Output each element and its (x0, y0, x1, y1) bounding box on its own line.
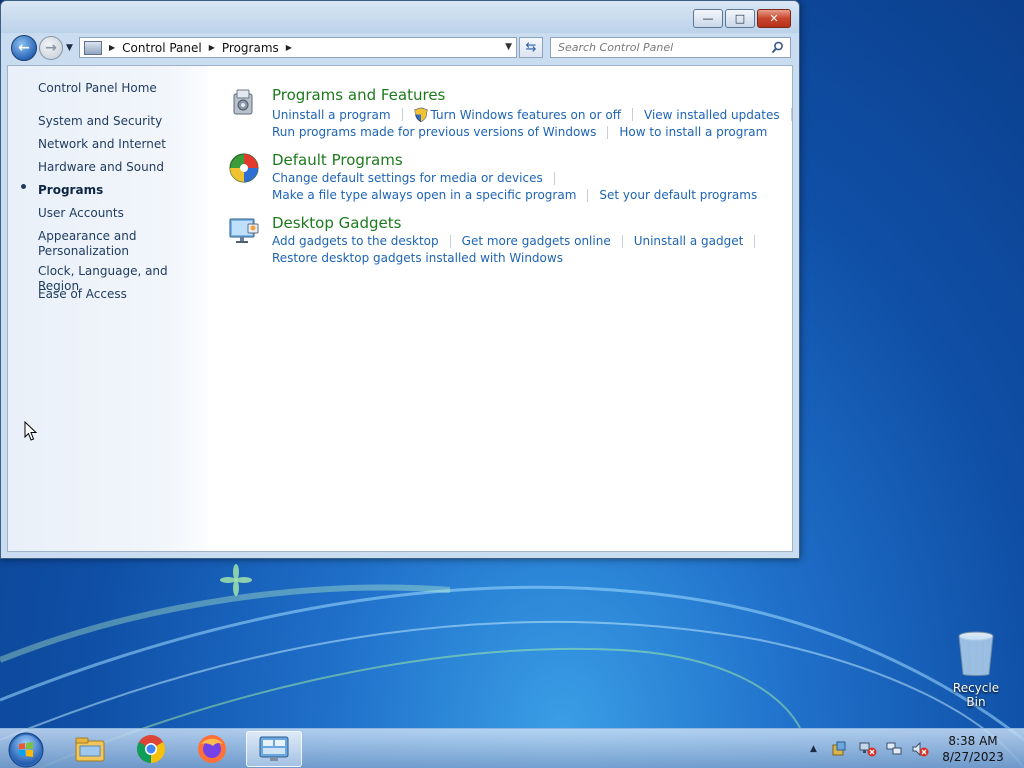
how-to-install-link[interactable]: How to install a program (619, 125, 767, 139)
network-icon[interactable] (885, 741, 903, 757)
uninstall-gadget-link[interactable]: Uninstall a gadget (634, 234, 744, 248)
divider (632, 108, 634, 121)
start-button[interactable] (6, 731, 46, 768)
minimize-button[interactable]: — (693, 9, 723, 28)
sidebar-item-user-accounts[interactable]: User Accounts (38, 206, 124, 221)
minimize-icon: — (702, 12, 714, 25)
desktop-gadgets-title[interactable]: Desktop Gadgets (272, 214, 401, 232)
volume-muted-icon[interactable] (911, 741, 929, 757)
address-bar[interactable]: ▶ Control Panel ▶ Programs ▶ ▼ (79, 37, 517, 58)
action-center-icon[interactable] (831, 741, 847, 757)
sidebar-item-network-internet[interactable]: Network and Internet (38, 137, 166, 152)
sidebar-item-ease-of-access[interactable]: Ease of Access (38, 287, 127, 302)
task-row: Change default settings for media or dev… (272, 171, 566, 185)
default-programs-icon[interactable] (228, 151, 260, 183)
clock-date: 8/27/2023 (942, 750, 1004, 764)
maximize-button[interactable]: □ (725, 9, 755, 28)
task-row: Restore desktop gadgets installed with W… (272, 251, 563, 265)
search-input[interactable] (558, 41, 758, 54)
divider (790, 108, 792, 121)
back-button[interactable]: ← (11, 35, 37, 61)
taskbar: ▲ 8:38 AM 8/27/2023 (0, 728, 1024, 768)
file-type-association-link[interactable]: Make a file type always open in a specif… (272, 188, 576, 202)
taskbar-control-panel[interactable] (246, 731, 302, 767)
set-default-programs-link[interactable]: Set your default programs (599, 188, 757, 202)
recycle-bin-icon (958, 631, 994, 676)
divider (621, 234, 623, 248)
get-more-gadgets-link[interactable]: Get more gadgets online (462, 234, 611, 248)
recycle-bin-label: Recycle Bin (952, 681, 1000, 709)
run-old-programs-link[interactable]: Run programs made for previous versions … (272, 125, 596, 139)
forward-arrow-icon: → (45, 40, 57, 56)
uac-shield-icon (413, 107, 428, 122)
task-row: Uninstall a program Turn Windows feature… (272, 107, 803, 122)
recycle-bin[interactable]: Recycle Bin (942, 630, 1010, 709)
change-default-settings-link[interactable]: Change default settings for media or dev… (272, 171, 543, 185)
breadcrumb-programs[interactable]: Programs (222, 41, 279, 55)
divider (587, 188, 589, 202)
breadcrumb-control-panel[interactable]: Control Panel (122, 41, 202, 55)
default-programs-title[interactable]: Default Programs (272, 151, 403, 169)
desktop-gadgets-icon[interactable] (228, 214, 260, 246)
sidebar-item-programs[interactable]: Programs (38, 183, 103, 198)
content-area: Control Panel Home System and Security N… (7, 65, 793, 552)
refresh-button[interactable]: ⇆ (519, 37, 543, 58)
taskbar-chrome[interactable] (123, 731, 179, 767)
search-icon[interactable] (771, 41, 784, 54)
breadcrumb-arrow-icon[interactable]: ▶ (286, 43, 292, 52)
sidebar-item-appearance[interactable]: Appearance and Personalization (38, 229, 148, 259)
divider (401, 108, 403, 121)
back-arrow-icon: ← (18, 40, 30, 56)
sidebar-item-hardware-sound[interactable]: Hardware and Sound (38, 160, 164, 175)
taskbar-file-explorer[interactable] (62, 731, 118, 767)
show-hidden-icons-icon[interactable]: ▲ (810, 744, 817, 754)
file-explorer-icon (75, 737, 105, 762)
divider (754, 234, 756, 248)
clock[interactable]: 8:38 AM 8/27/2023 (940, 733, 1006, 765)
taskbar-firefox[interactable] (184, 731, 240, 767)
control-panel-icon (259, 736, 289, 761)
turn-windows-features-link[interactable]: Turn Windows features on or off (431, 108, 622, 122)
uninstall-program-link[interactable]: Uninstall a program (272, 108, 391, 122)
task-row: Make a file type always open in a specif… (272, 188, 757, 202)
divider (553, 171, 555, 185)
address-dropdown-icon[interactable]: ▼ (505, 42, 512, 52)
control-panel-small-icon (84, 40, 102, 55)
divider (449, 234, 451, 248)
refresh-icon: ⇆ (525, 40, 537, 55)
navigation-bar: ← → ▼ ▶ Control Panel ▶ Programs ▶ ▼ ⇆ (1, 33, 799, 63)
divider (607, 125, 609, 139)
forward-button[interactable]: → (39, 36, 63, 60)
add-gadgets-link[interactable]: Add gadgets to the desktop (272, 234, 439, 248)
recent-pages-dropdown-icon[interactable]: ▼ (66, 43, 73, 53)
sidebar-item-control-panel-home[interactable]: Control Panel Home (38, 81, 157, 96)
close-button[interactable]: ✕ (757, 9, 791, 28)
view-installed-updates-link[interactable]: View installed updates (644, 108, 780, 122)
sidebar-item-system-security[interactable]: System and Security (38, 114, 162, 129)
network-error-icon[interactable] (859, 741, 877, 757)
firefox-icon (198, 735, 226, 763)
maximize-icon: □ (734, 12, 746, 25)
programs-features-title[interactable]: Programs and Features (272, 86, 445, 104)
clock-time: 8:38 AM (948, 734, 998, 748)
system-tray: ▲ (810, 735, 929, 763)
task-row: Run programs made for previous versions … (272, 125, 767, 139)
breadcrumb-arrow-icon[interactable]: ▶ (109, 43, 115, 52)
control-panel-window: — □ ✕ ← → ▼ ▶ Control Panel ▶ Programs ▶… (0, 0, 800, 559)
task-row: Add gadgets to the desktop Get more gadg… (272, 234, 766, 248)
active-bullet-icon (21, 184, 26, 189)
sidebar: Control Panel Home System and Security N… (8, 66, 208, 551)
programs-features-icon[interactable] (228, 86, 260, 118)
title-bar[interactable]: — □ ✕ (1, 1, 799, 33)
chrome-icon (137, 735, 165, 763)
mouse-cursor-icon (24, 421, 38, 441)
close-icon: ✕ (769, 12, 779, 25)
restore-gadgets-link[interactable]: Restore desktop gadgets installed with W… (272, 251, 563, 265)
breadcrumb-arrow-icon[interactable]: ▶ (209, 43, 215, 52)
search-box[interactable] (550, 37, 791, 58)
main-panel: Programs and Features Uninstall a progra… (228, 66, 792, 551)
